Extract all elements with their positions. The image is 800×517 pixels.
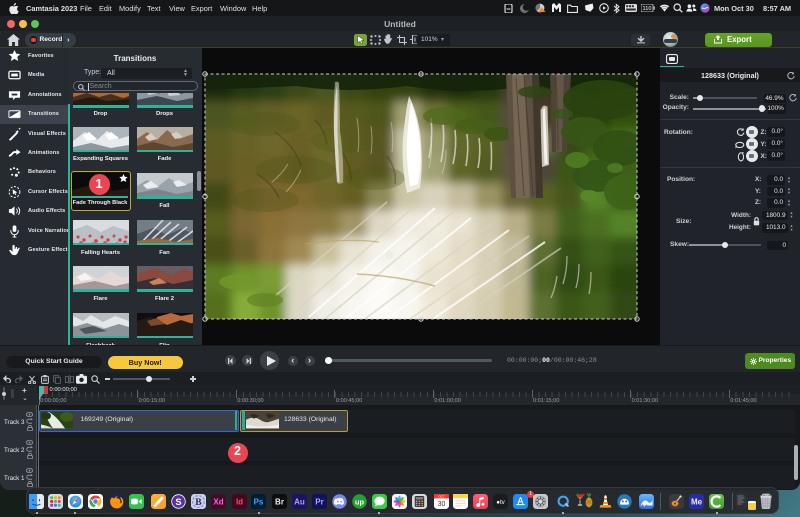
svg-text:B: B — [195, 496, 202, 507]
svg-text:●tv: ●tv — [496, 499, 505, 506]
svg-text:S: S — [175, 495, 181, 506]
svg-text:110: 110 — [643, 6, 652, 12]
svg-text:30: 30 — [437, 501, 445, 508]
svg-text:Ps: Ps — [254, 497, 264, 506]
svg-text:Me: Me — [691, 497, 703, 506]
svg-text:Au: Au — [294, 497, 305, 506]
svg-text:Br: Br — [275, 497, 284, 506]
svg-text:OCT: OCT — [438, 494, 445, 498]
svg-text:Id: Id — [236, 497, 243, 506]
svg-text:up: up — [354, 497, 364, 506]
svg-text:Pr: Pr — [315, 497, 323, 506]
svg-text:Xd: Xd — [213, 497, 223, 506]
